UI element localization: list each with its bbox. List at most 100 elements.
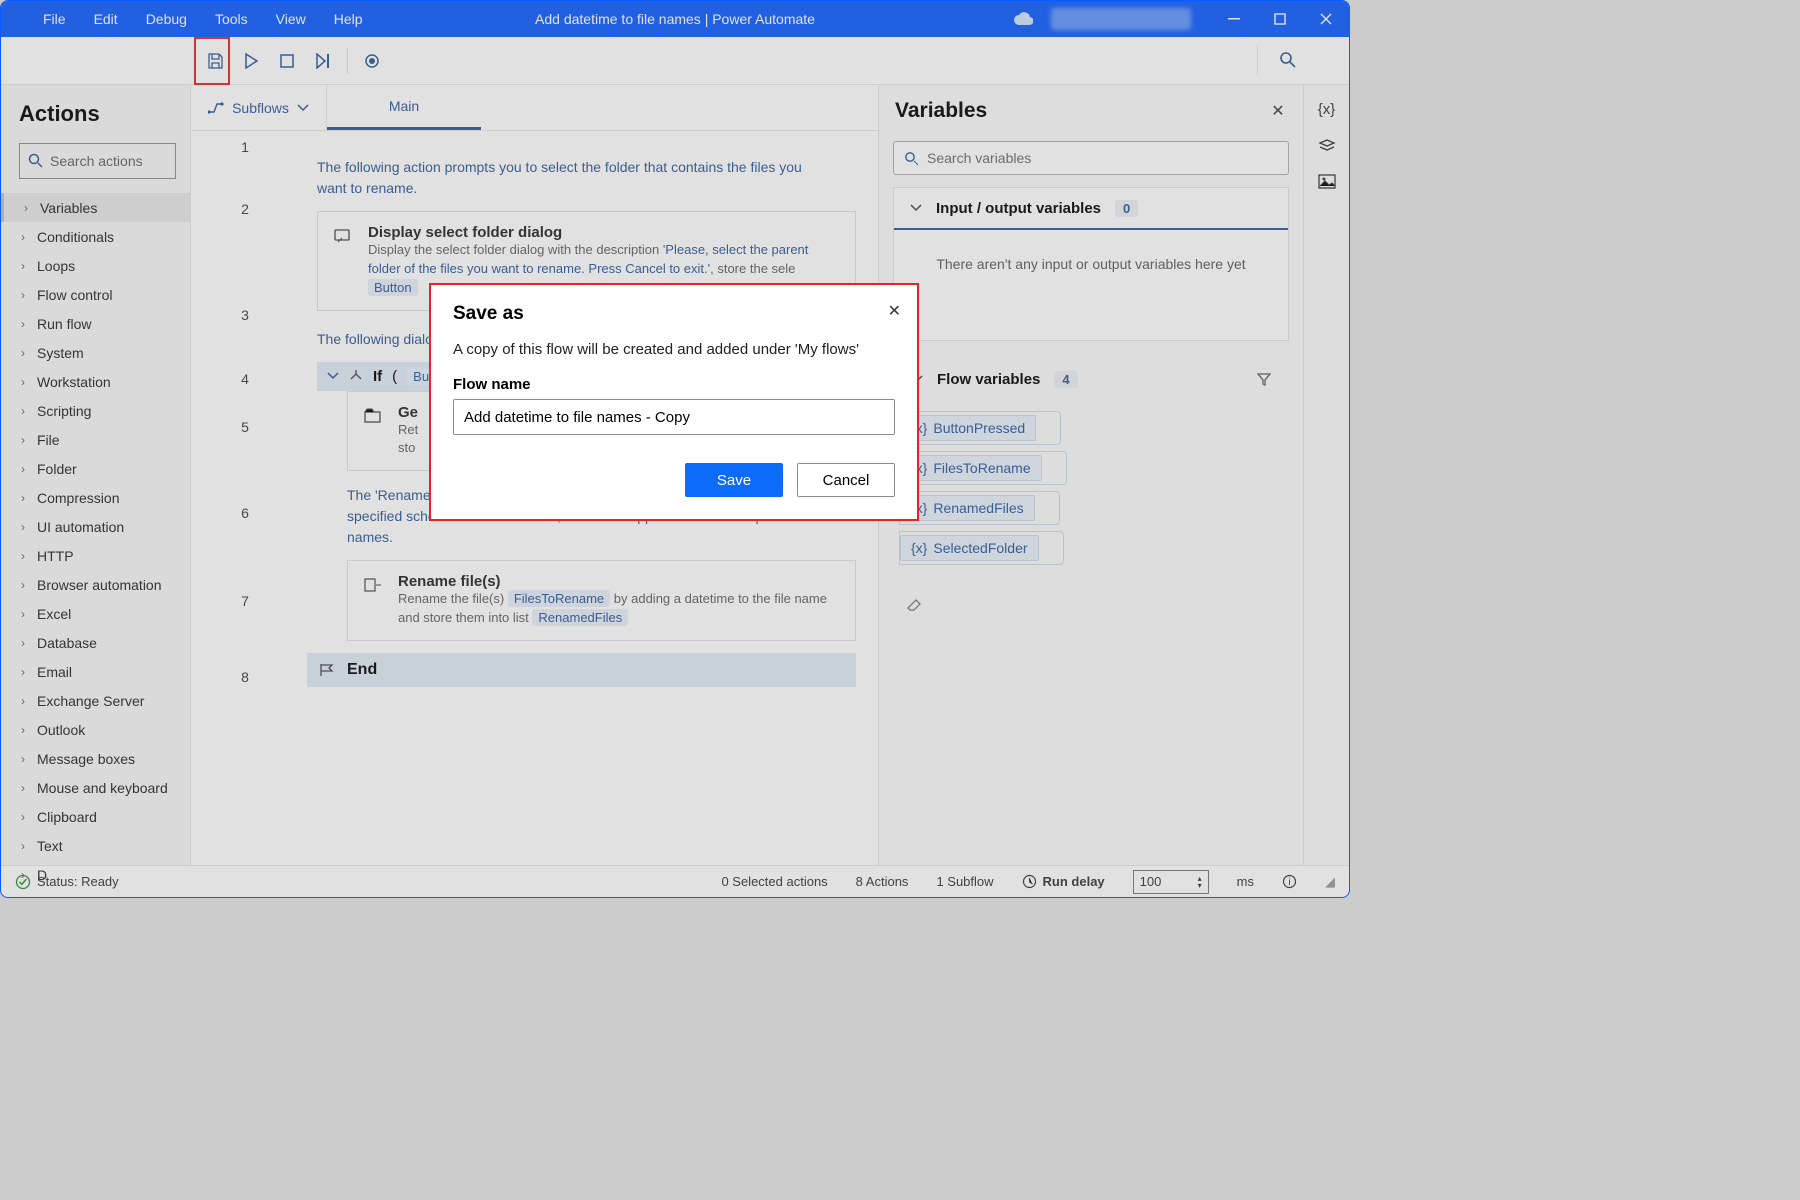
record-button[interactable] bbox=[354, 44, 390, 78]
category-label: Workstation bbox=[37, 374, 111, 390]
category-label: Variables bbox=[40, 200, 97, 216]
line-number: 8 bbox=[191, 661, 299, 701]
menu-edit[interactable]: Edit bbox=[80, 3, 132, 35]
chevron-right-icon: › bbox=[17, 752, 29, 766]
category-exchange-server[interactable]: ›Exchange Server bbox=[1, 686, 190, 715]
close-dialog-button[interactable]: ✕ bbox=[888, 301, 901, 321]
chevron-right-icon: › bbox=[20, 201, 32, 215]
run-button[interactable] bbox=[233, 44, 269, 78]
io-variables-header[interactable]: Input / output variables 0 bbox=[894, 188, 1288, 230]
flow-variable-name: FilesToRename bbox=[933, 460, 1030, 476]
right-rail: {x} bbox=[1303, 85, 1349, 865]
status-actions-count: 8 Actions bbox=[856, 874, 909, 889]
chevron-down-icon bbox=[910, 204, 922, 212]
run-delay-input[interactable]: 100 ▴▾ bbox=[1133, 870, 1209, 894]
status-subflows-count: 1 Subflow bbox=[936, 874, 993, 889]
category-file[interactable]: ›File bbox=[1, 425, 190, 454]
variables-search-input[interactable]: Search variables bbox=[893, 141, 1289, 175]
category-outlook[interactable]: ›Outlook bbox=[1, 715, 190, 744]
flow-variable-item[interactable]: {x}ButtonPressed bbox=[899, 411, 1283, 445]
flow-variable-name: ButtonPressed bbox=[933, 420, 1025, 436]
category-flow-control[interactable]: ›Flow control bbox=[1, 280, 190, 309]
cancel-dialog-button[interactable]: Cancel bbox=[797, 463, 895, 497]
stop-button[interactable] bbox=[269, 44, 305, 78]
menu-help[interactable]: Help bbox=[320, 3, 377, 35]
line-number: 1 bbox=[191, 131, 299, 193]
category-label: Browser automation bbox=[37, 577, 162, 593]
category-http[interactable]: ›HTTP bbox=[1, 541, 190, 570]
account-label-blurred bbox=[1051, 8, 1191, 30]
menu-tools[interactable]: Tools bbox=[201, 3, 262, 35]
menu-debug[interactable]: Debug bbox=[132, 3, 201, 35]
category-label: Email bbox=[37, 664, 72, 680]
category-variables[interactable]: › Variables bbox=[1, 193, 190, 222]
run-delay-label: Run delay bbox=[1043, 874, 1105, 889]
category-ui-automation[interactable]: ›UI automation bbox=[1, 512, 190, 541]
save-button[interactable] bbox=[197, 44, 233, 78]
info-button[interactable]: i bbox=[1282, 874, 1297, 889]
menu-view[interactable]: View bbox=[262, 3, 320, 35]
layers-rail-button[interactable] bbox=[1318, 138, 1336, 154]
step-end[interactable]: End bbox=[307, 653, 856, 687]
category-label: Outlook bbox=[37, 722, 85, 738]
step-subtitle: Retsto bbox=[398, 421, 418, 459]
io-header-label: Input / output variables bbox=[936, 200, 1101, 217]
category-email[interactable]: › Email bbox=[1, 657, 190, 686]
category-database[interactable]: ›Database bbox=[1, 628, 190, 657]
flow-variable-item[interactable]: {x}SelectedFolder bbox=[899, 531, 1283, 565]
chevron-right-icon: › bbox=[17, 549, 29, 563]
toolbar-actions bbox=[191, 44, 390, 78]
add-io-variable-button[interactable] bbox=[894, 298, 1288, 340]
filter-icon[interactable] bbox=[1257, 372, 1271, 386]
category-label: Run flow bbox=[37, 316, 91, 332]
menu-file[interactable]: File bbox=[29, 3, 80, 35]
category-compression[interactable]: ›Compression bbox=[1, 483, 190, 512]
actions-search-input[interactable]: Search actions bbox=[19, 143, 176, 179]
category-clipboard[interactable]: ›Clipboard bbox=[1, 802, 190, 831]
category-scripting[interactable]: ›Scripting bbox=[1, 396, 190, 425]
line-number: 2 bbox=[191, 193, 299, 299]
check-circle-icon bbox=[15, 874, 31, 890]
chevron-right-icon: › bbox=[17, 607, 29, 621]
toolbar bbox=[1, 37, 1349, 85]
category-folder[interactable]: ›Folder bbox=[1, 454, 190, 483]
category-message-boxes[interactable]: ›Message boxes bbox=[1, 744, 190, 773]
close-window-button[interactable] bbox=[1303, 1, 1349, 37]
cloud-icon bbox=[1003, 11, 1043, 27]
flow-comment[interactable]: The following action prompts you to sele… bbox=[299, 149, 856, 211]
toolbar-search-button[interactable] bbox=[1257, 45, 1299, 75]
flow-name-input[interactable] bbox=[453, 399, 895, 435]
variables-rail-button[interactable]: {x} bbox=[1318, 101, 1336, 118]
images-rail-button[interactable] bbox=[1318, 174, 1336, 189]
category-text[interactable]: ›Text bbox=[1, 831, 190, 860]
status-selected-actions: 0 Selected actions bbox=[721, 874, 827, 889]
if-open-paren: ( bbox=[392, 368, 397, 385]
flow-variable-item[interactable]: {x}RenamedFiles bbox=[899, 491, 1283, 525]
close-variables-button[interactable]: ✕ bbox=[1267, 100, 1289, 122]
stepper-arrows[interactable]: ▴▾ bbox=[1198, 875, 1202, 889]
step-title: Rename file(s) bbox=[398, 573, 839, 590]
category-loops[interactable]: ›Loops bbox=[1, 251, 190, 280]
resize-grip-icon[interactable]: ◢ bbox=[1325, 874, 1335, 890]
category-system[interactable]: ›System bbox=[1, 338, 190, 367]
clear-variables-button[interactable] bbox=[879, 571, 1303, 635]
save-dialog-button[interactable]: Save bbox=[685, 463, 783, 497]
chevron-right-icon: › bbox=[17, 781, 29, 795]
run-delay-unit: ms bbox=[1237, 874, 1254, 889]
category-mouse-keyboard[interactable]: ›Mouse and keyboard bbox=[1, 773, 190, 802]
tab-main[interactable]: Main bbox=[327, 85, 481, 130]
flow-variable-item[interactable]: {x}FilesToRename bbox=[899, 451, 1283, 485]
maximize-button[interactable] bbox=[1257, 1, 1303, 37]
category-excel[interactable]: ›Excel bbox=[1, 599, 190, 628]
category-conditionals[interactable]: ›Conditionals bbox=[1, 222, 190, 251]
status-text: Status: Ready bbox=[37, 874, 119, 889]
step-button[interactable] bbox=[305, 44, 341, 78]
chevron-right-icon: › bbox=[17, 665, 29, 679]
category-run-flow[interactable]: ›Run flow bbox=[1, 309, 190, 338]
flow-variables-header[interactable]: Flow variables 4 bbox=[893, 357, 1289, 401]
category-browser-automation[interactable]: ›Browser automation bbox=[1, 570, 190, 599]
subflows-dropdown[interactable]: Subflows bbox=[191, 85, 327, 130]
step-rename-files[interactable]: Rename file(s) Rename the file(s) FilesT… bbox=[347, 560, 856, 641]
category-workstation[interactable]: ›Workstation bbox=[1, 367, 190, 396]
minimize-button[interactable] bbox=[1211, 1, 1257, 37]
